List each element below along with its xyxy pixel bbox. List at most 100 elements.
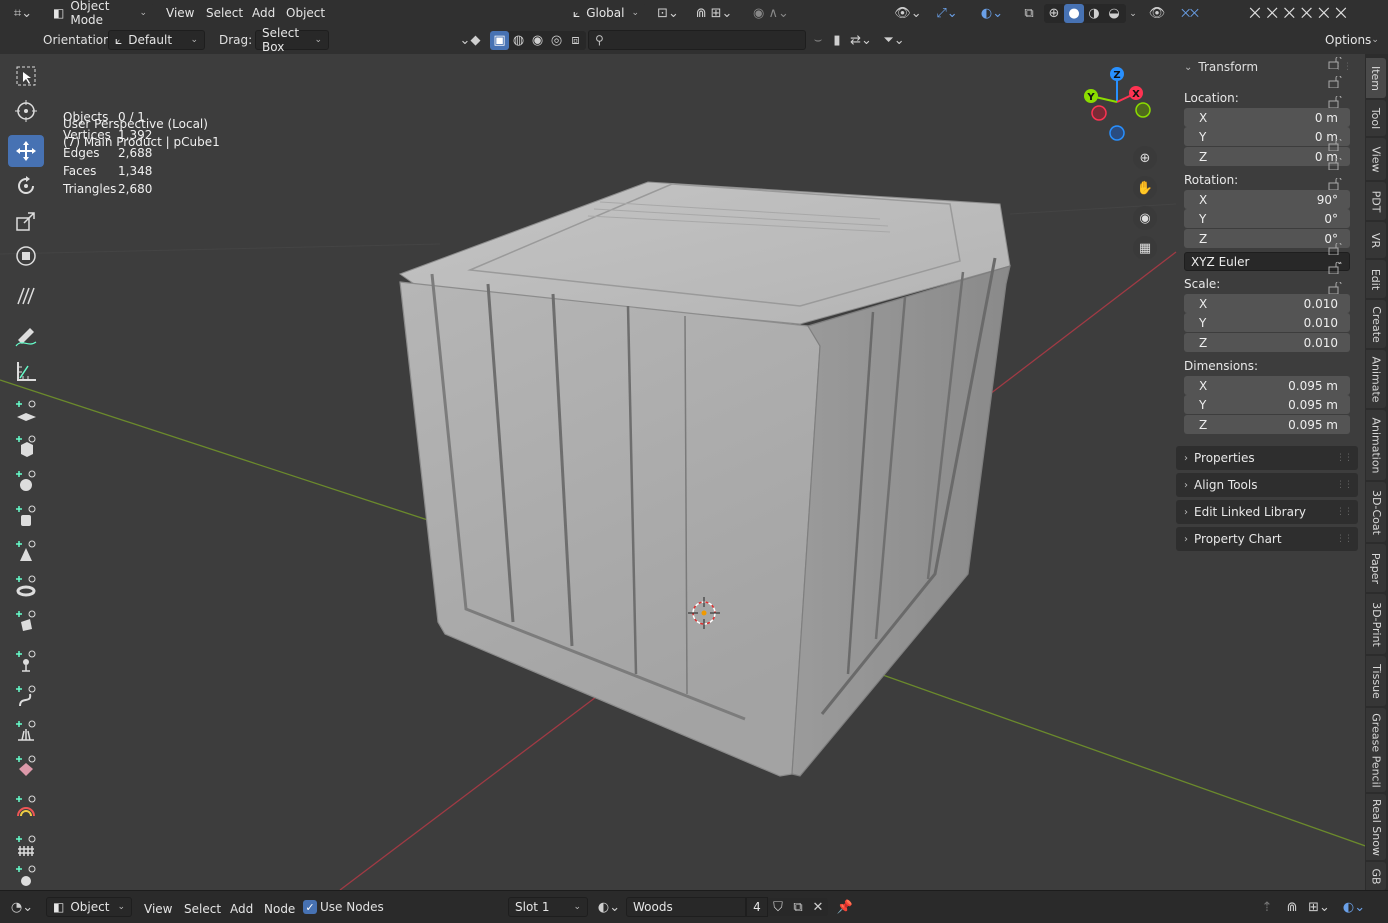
tab-item[interactable]: Item	[1366, 58, 1386, 98]
tab-edit[interactable]: Edit	[1366, 260, 1386, 298]
add-armature-tool[interactable]	[8, 645, 44, 677]
wireframe-shading-icon[interactable]: ⊕	[1044, 4, 1064, 23]
menu-view[interactable]: View	[160, 3, 200, 23]
pan-hand-icon[interactable]: ✋	[1133, 176, 1157, 200]
editor-type-icon[interactable]: ◔⌄	[6, 897, 38, 917]
scale-z-field[interactable]: Z 0.010	[1184, 333, 1350, 352]
material-shading-icon[interactable]: ◑	[1084, 4, 1104, 23]
edit-linked-library-panel-header[interactable]: › Edit Linked Library ⋮⋮	[1176, 500, 1358, 524]
add-cylinder-tool[interactable]	[8, 500, 44, 532]
dimensions-y-field[interactable]: Y 0.095 m	[1184, 395, 1350, 414]
lock-icon[interactable]	[1328, 139, 1342, 151]
select-box-tool[interactable]	[8, 60, 44, 92]
shader-context-dropdown[interactable]: ◧ Object ⌄	[46, 897, 132, 917]
add-extra-tool[interactable]	[8, 865, 44, 887]
options-dropdown[interactable]: Options ⌄	[1318, 30, 1382, 50]
overlays-icon[interactable]: ◐⌄	[972, 4, 1012, 23]
render-mode-icon[interactable]: ◎	[547, 31, 566, 50]
ortho-grid-icon[interactable]: ▦	[1133, 236, 1157, 260]
footer-menu-add[interactable]: Add	[224, 899, 259, 919]
lock-icon[interactable]	[1328, 76, 1342, 88]
footer-menu-view[interactable]: View	[138, 899, 178, 919]
xray-icon[interactable]: ⧉	[1018, 4, 1040, 23]
transform-orientation-dropdown[interactable]: ⟀ Global ⌄	[566, 3, 646, 23]
rendered-shading-icon[interactable]: ◒	[1104, 4, 1124, 23]
properties-panel-header[interactable]: › Properties ⋮⋮	[1176, 446, 1358, 470]
transform-tool[interactable]	[8, 240, 44, 272]
property-chart-panel-header[interactable]: › Property Chart ⋮⋮	[1176, 527, 1358, 551]
tab-gb[interactable]: GB	[1366, 862, 1386, 890]
tab-vr[interactable]: VR	[1366, 222, 1386, 258]
snap-icon[interactable]: ⋒	[1282, 898, 1302, 916]
tab-pdt[interactable]: PDT	[1366, 182, 1386, 220]
add-plane-tool[interactable]	[8, 395, 44, 427]
lock-icon[interactable]	[1328, 262, 1342, 274]
slot-dropdown[interactable]: Slot 1 ⌄	[508, 897, 588, 917]
tab-animation[interactable]: Animation	[1366, 410, 1386, 480]
chevron-down-icon[interactable]: ⌄	[1126, 4, 1140, 23]
lock-icon[interactable]	[1328, 158, 1342, 170]
menu-select[interactable]: Select	[200, 3, 249, 23]
lock-icon[interactable]	[1328, 282, 1342, 294]
unlink-close-icon[interactable]: ✕	[808, 898, 828, 916]
add-fence-tool[interactable]	[8, 830, 44, 862]
tab-create[interactable]: Create	[1366, 300, 1386, 348]
tab-animate[interactable]: Animate	[1366, 350, 1386, 408]
zoom-icon[interactable]: ⊕	[1133, 146, 1157, 170]
add-rainbow-tool[interactable]	[8, 790, 44, 822]
overlays-icon[interactable]: ◐⌄	[1338, 898, 1370, 916]
split-area-icon[interactable]: ⨉⨉	[1170, 2, 1210, 25]
navigation-gizmo[interactable]: Z X Y	[1074, 62, 1164, 152]
eye-icon[interactable]: 👁	[1146, 4, 1168, 23]
snap-icon[interactable]: ⋒ ⊞⌄	[688, 4, 740, 23]
pin-icon[interactable]: 📌	[836, 898, 854, 916]
material-name-field[interactable]: Woods	[626, 897, 746, 917]
tab-real-snow[interactable]: Real Snow	[1366, 794, 1386, 860]
annotate-tool[interactable]	[8, 280, 44, 312]
scale-y-field[interactable]: Y 0.010	[1184, 313, 1350, 332]
align-tools-panel-header[interactable]: › Align Tools ⋮⋮	[1176, 473, 1358, 497]
add-curve-tool[interactable]	[8, 680, 44, 712]
move-tool[interactable]	[8, 135, 44, 167]
add-sphere-tool[interactable]	[8, 465, 44, 497]
add-cone-tool[interactable]	[8, 535, 44, 567]
add-shape-tool[interactable]	[8, 605, 44, 637]
bookmark-icon[interactable]: ▮	[828, 31, 846, 50]
material-mode-icon[interactable]: ◉	[528, 31, 547, 50]
tab-tissue[interactable]: Tissue	[1366, 656, 1386, 706]
camera-view-icon[interactable]: ◉	[1133, 206, 1157, 230]
swap-icon[interactable]: ⇄⌄	[846, 31, 876, 50]
parent-node-icon[interactable]: ⇡	[1256, 898, 1278, 916]
rotation-y-field[interactable]: Y 0°	[1184, 209, 1350, 228]
tab-paper[interactable]: Paper	[1366, 544, 1386, 592]
select-mode-icon[interactable]: ▣	[490, 31, 509, 50]
location-x-field[interactable]: X0 m	[1184, 108, 1350, 127]
lock-icon[interactable]	[1328, 243, 1342, 255]
solid-shading-icon[interactable]: ●	[1064, 4, 1084, 23]
add-grass-tool[interactable]	[8, 715, 44, 747]
footer-menu-select[interactable]: Select	[178, 899, 227, 919]
dimensions-x-field[interactable]: X 0.095 m	[1184, 376, 1350, 395]
tab-view[interactable]: View	[1366, 138, 1386, 180]
scale-tool[interactable]	[8, 205, 44, 237]
rotate-tool[interactable]	[8, 170, 44, 202]
lock-icon[interactable]	[1328, 57, 1342, 69]
material-users-count[interactable]: 4	[746, 897, 768, 917]
fake-user-shield-icon[interactable]: ⛉	[768, 898, 788, 916]
location-z-field[interactable]: Z0 m	[1184, 147, 1350, 166]
menu-object[interactable]: Object	[280, 3, 331, 23]
cursor-tool[interactable]	[8, 95, 44, 127]
curve-icon[interactable]: ⌣	[808, 31, 828, 50]
measure-tool[interactable]	[8, 355, 44, 387]
gizmo-toggle-icon[interactable]: ⤢⌄	[928, 4, 966, 23]
mode-dropdown[interactable]: ◧ Object Mode ⌄	[46, 0, 154, 27]
drag-dropdown[interactable]: Select Box ⌄	[255, 26, 329, 54]
solid-mode-icon[interactable]: ◍	[509, 31, 528, 50]
editor-type-icon[interactable]: ⌗⌄	[8, 4, 38, 23]
tab-tool[interactable]: Tool	[1366, 100, 1386, 136]
proportional-edit-icon[interactable]: ◉ ∧⌄	[744, 4, 798, 23]
duplicate-icon[interactable]: ⧉	[788, 898, 808, 916]
display-filter-icon[interactable]: ⌄◆	[452, 31, 488, 50]
area-split-icons[interactable]: ⨉⨉⨉⨉⨉⨉	[1226, 2, 1376, 25]
visibility-selectable-icon[interactable]: 👁⌄	[892, 4, 924, 23]
